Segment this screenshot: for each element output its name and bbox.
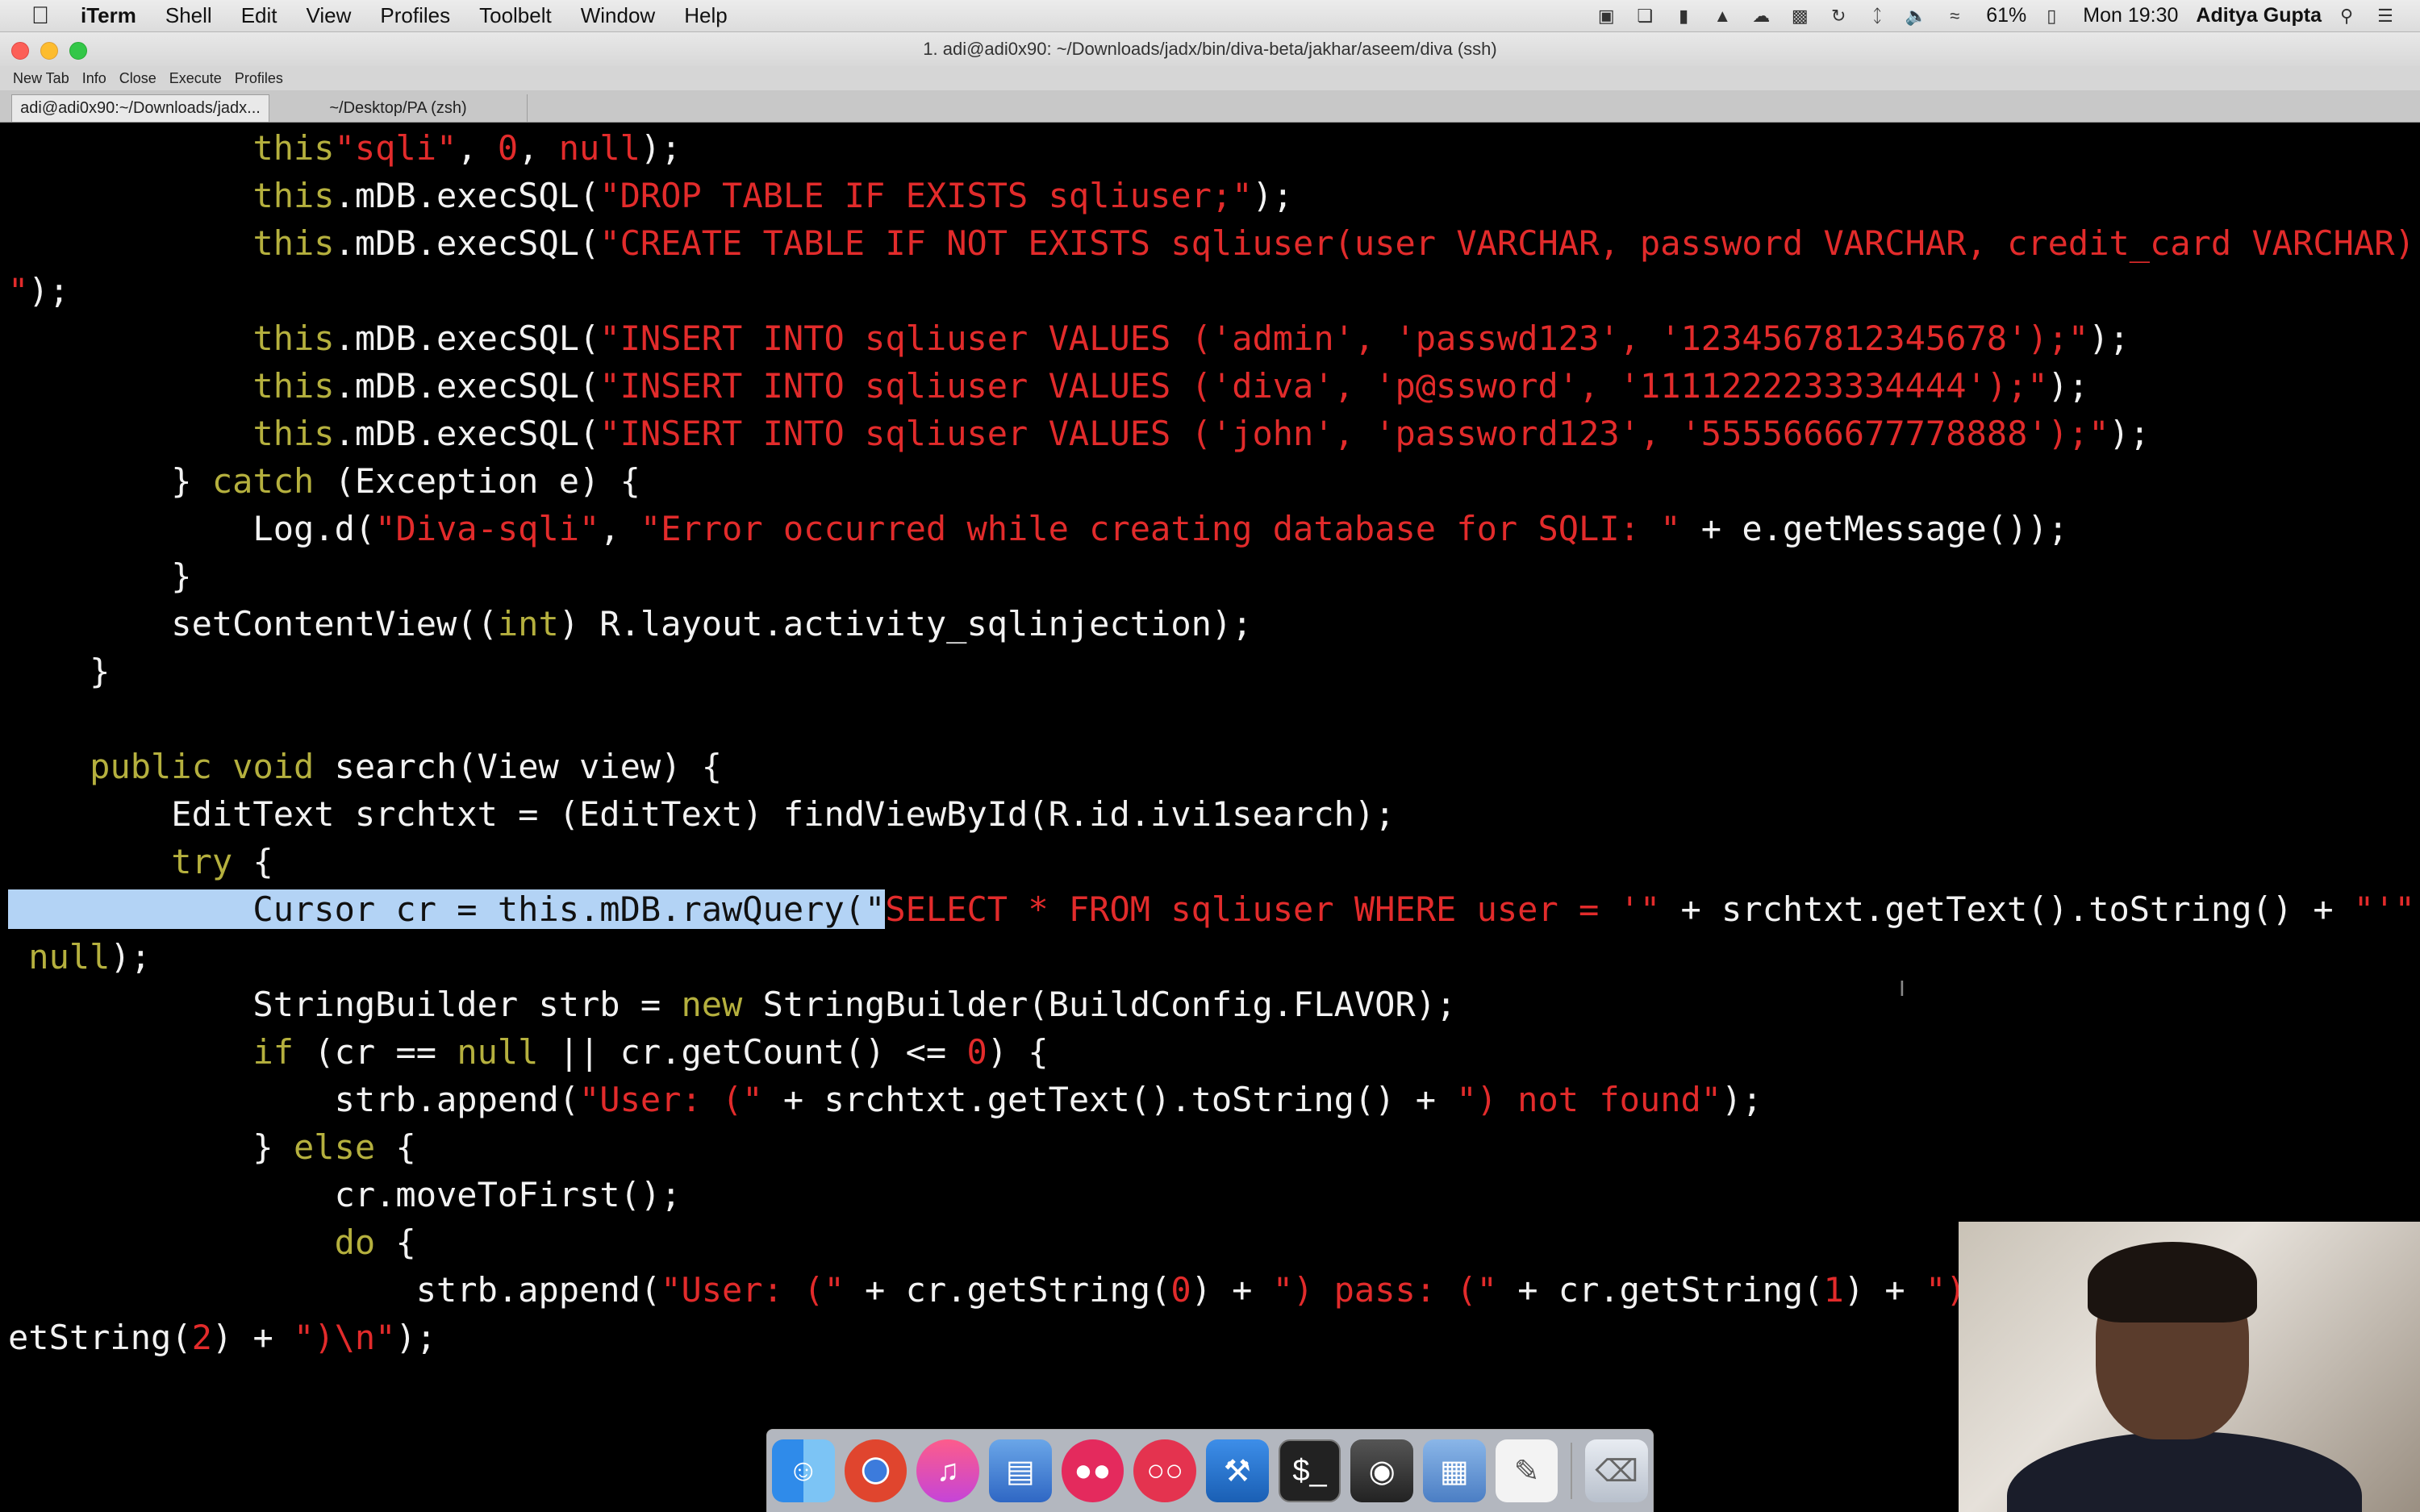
code-line: "); <box>8 271 69 310</box>
menu-shell[interactable]: Shell <box>165 3 212 28</box>
code-line: setContentView((int) R.layout.activity_s… <box>8 604 1253 644</box>
menu-toolbelt[interactable]: Toolbelt <box>479 3 552 28</box>
ibeam-cursor-icon: I <box>1899 976 1905 1001</box>
photobooth-icon[interactable]: ◉ <box>1350 1439 1414 1502</box>
tab-ssh[interactable]: adi@adi0x90:~/Downloads/jadx... <box>11 94 269 122</box>
code-line: } <box>8 652 111 691</box>
code-line: strb.append("User: (" + srchtxt.getText(… <box>8 1080 1763 1119</box>
code-line: EditText srchtxt = (EditText) findViewBy… <box>8 794 1396 834</box>
text-selection[interactable]: Cursor cr = this.mDB.rawQuery(" <box>8 889 886 929</box>
person-hair <box>2088 1242 2257 1322</box>
code-line: cr.moveToFirst(); <box>8 1175 682 1214</box>
dock: ☺ ♫ ▤ ●● ○○ ⚒ $_ ◉ ▦ ✎ ⌫ <box>766 1429 1654 1512</box>
flickr2-icon[interactable]: ○○ <box>1133 1439 1196 1502</box>
chrome-icon[interactable] <box>844 1439 908 1502</box>
flickr-icon[interactable]: ●● <box>1061 1439 1124 1502</box>
preview-icon[interactable]: ▦ <box>1423 1439 1486 1502</box>
bluetooth-icon[interactable]: ᛨ <box>1863 5 1891 27</box>
finder-icon[interactable]: ☺ <box>771 1439 835 1502</box>
code-line: StringBuilder strb = new StringBuilder(B… <box>8 985 1457 1024</box>
menu-view[interactable]: View <box>307 3 352 28</box>
code-line: this.mDB.execSQL("INSERT INTO sqliuser V… <box>252 366 2089 406</box>
cloud-icon[interactable]: ☁ <box>1747 5 1775 27</box>
code-line: } <box>8 556 192 596</box>
tab-bar: adi@adi0x90:~/Downloads/jadx... ~/Deskto… <box>0 90 2420 123</box>
sync-icon[interactable]: ↻ <box>1825 5 1852 27</box>
code-line-selected: Cursor cr = this.mDB.rawQuery("SELECT * … <box>8 889 2420 929</box>
code-line: this.mDB.execSQL("CREATE TABLE IF NOT EX… <box>252 223 2420 263</box>
code-line: } catch (Exception e) { <box>8 461 640 501</box>
wifi-icon[interactable]: ≈ <box>1941 5 1968 27</box>
volume-icon[interactable]: 🔈 <box>1902 5 1930 27</box>
code-line: this.mDB.execSQL("DROP TABLE IF EXISTS s… <box>252 176 1294 215</box>
menu-profiles[interactable]: Profiles <box>380 3 450 28</box>
textedit-icon[interactable]: ✎ <box>1495 1439 1558 1502</box>
tab-label: adi@adi0x90:~/Downloads/jadx... <box>20 99 261 117</box>
terminal-icon[interactable]: $_ <box>1278 1439 1341 1502</box>
spotlight-icon[interactable]: ⚲ <box>2333 5 2360 27</box>
code-line: this.mDB.execSQL("INSERT INTO sqliuser V… <box>252 414 2151 453</box>
code-line: Log.d("Diva-sqli", "Error occurred while… <box>8 509 2068 548</box>
code-line: this"sqli", 0, null); <box>252 128 682 168</box>
clock[interactable]: Mon 19:30 <box>2083 4 2178 27</box>
battery-icon[interactable]: ▯ <box>2038 5 2065 27</box>
menu-app-name[interactable]: iTerm <box>81 3 136 28</box>
window-icon[interactable]: ❏ <box>1631 5 1659 27</box>
window-title: 1. adi@adi0x90: ~/Downloads/jadx/bin/div… <box>923 39 1497 59</box>
code-line: strb.append("User: (" + cr.getString(0) … <box>8 1270 1967 1310</box>
code-line: public void search(View view) { <box>90 747 723 786</box>
code-line: } else { <box>8 1127 416 1167</box>
profiles-button[interactable]: Profiles <box>235 70 283 87</box>
zoom-window-button[interactable] <box>69 42 87 60</box>
toolbar: New Tab Info Close Execute Profiles <box>0 66 2420 90</box>
menu-bar:  iTerm Shell Edit View Profiles Toolbel… <box>0 0 2420 32</box>
window-title-bar: 1. adi@adi0x90: ~/Downloads/jadx/bin/div… <box>0 32 2420 66</box>
camera-icon[interactable]: ▣ <box>1592 5 1620 27</box>
keynote-icon[interactable]: ▤ <box>988 1439 1052 1502</box>
person-body <box>2007 1431 2362 1512</box>
code-line: null); <box>8 937 152 977</box>
info-button[interactable]: Info <box>82 70 106 87</box>
close-window-button[interactable] <box>11 42 29 60</box>
webcam-overlay <box>1959 1222 2420 1512</box>
new-tab-button[interactable]: New Tab <box>13 70 69 87</box>
battery-percent[interactable]: 61% <box>1986 4 2026 27</box>
execute-button[interactable]: Execute <box>169 70 222 87</box>
code-line: this.mDB.execSQL("INSERT INTO sqliuser V… <box>252 319 2130 358</box>
code-line: if (cr == null || cr.getCount() <= 0) { <box>252 1032 1049 1072</box>
menu-help[interactable]: Help <box>684 3 727 28</box>
itunes-icon[interactable]: ♫ <box>916 1439 979 1502</box>
code-line: do { <box>334 1223 416 1262</box>
tab-zsh[interactable]: ~/Desktop/PA (zsh) <box>269 94 528 122</box>
apple-icon[interactable]:  <box>24 0 56 32</box>
notification-center-icon[interactable]: ☰ <box>2372 5 2399 27</box>
code-line: etString(2) + ")\n"); <box>8 1318 437 1357</box>
clipboard-icon[interactable]: ▩ <box>1786 5 1813 27</box>
trash-icon[interactable]: ⌫ <box>1585 1439 1649 1502</box>
xcode-icon[interactable]: ⚒ <box>1206 1439 1269 1502</box>
bookmark-icon[interactable]: ▮ <box>1670 5 1697 27</box>
menu-window[interactable]: Window <box>581 3 655 28</box>
close-button[interactable]: Close <box>119 70 156 87</box>
menu-edit[interactable]: Edit <box>241 3 277 28</box>
dock-separator <box>1571 1443 1573 1499</box>
minimize-window-button[interactable] <box>40 42 58 60</box>
drive-icon[interactable]: ▲ <box>1709 5 1736 27</box>
user-name[interactable]: Aditya Gupta <box>2196 4 2322 27</box>
tab-label: ~/Desktop/PA (zsh) <box>329 98 467 117</box>
code-line: try { <box>171 842 273 881</box>
